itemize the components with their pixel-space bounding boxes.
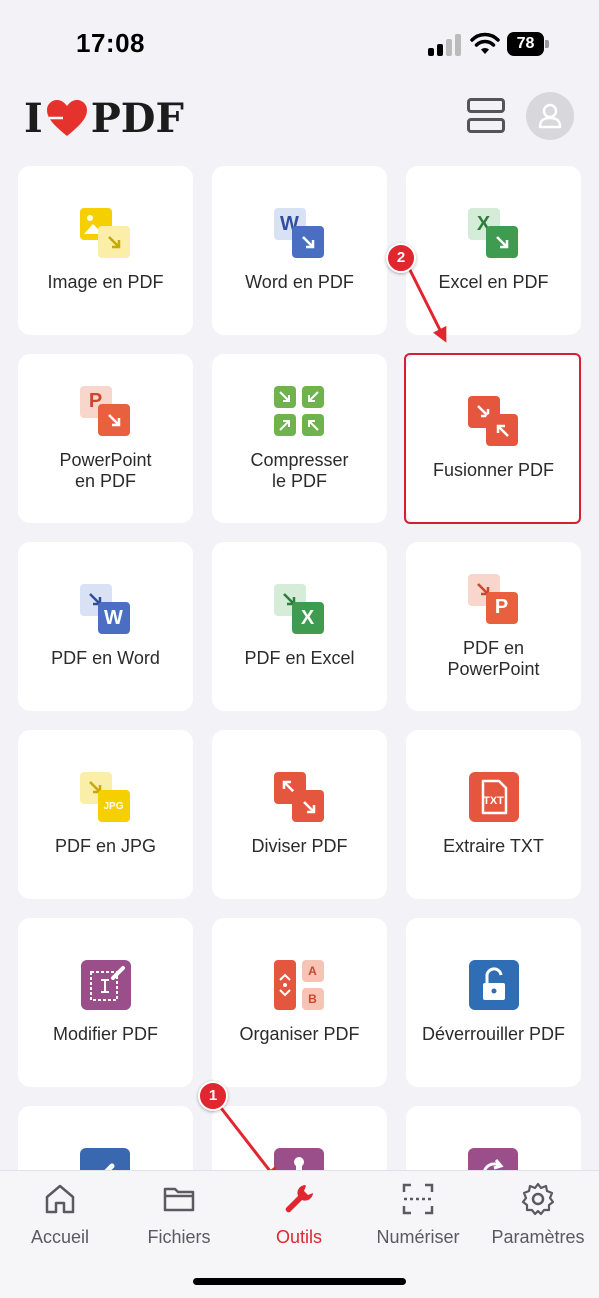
pdf-to-word-icon: W <box>79 584 132 636</box>
gear-icon <box>521 1182 555 1216</box>
annotation-badge-1: 1 <box>198 1081 228 1111</box>
compress-pdf-icon <box>273 385 326 438</box>
battery-icon: 78 <box>507 32 549 56</box>
home-indicator <box>193 1278 406 1285</box>
extract-txt-icon: TXT <box>468 772 520 824</box>
tool-label: PDF en Excel <box>244 648 355 668</box>
tool-powerpoint-to-pdf[interactable]: P PowerPoint en PDF <box>18 354 193 523</box>
tool-label: Diviser PDF <box>251 836 348 856</box>
tool-unlock-pdf[interactable]: Déverrouiller PDF <box>406 918 581 1087</box>
logo-letter-i: I <box>24 94 43 142</box>
tab-label: Paramètres <box>491 1227 585 1247</box>
tab-label: Accueil <box>30 1227 90 1247</box>
pdf-to-excel-icon: X <box>273 584 326 636</box>
scan-icon <box>402 1183 434 1215</box>
tool-label: Excel en PDF <box>438 272 549 292</box>
tool-label: PDF en JPG <box>54 836 157 856</box>
tool-organize-pdf[interactable]: A B Organiser PDF <box>212 918 387 1087</box>
tool-label: Extraire TXT <box>443 836 544 856</box>
folder-icon <box>163 1187 195 1212</box>
tool-word-to-pdf[interactable]: W Word en PDF <box>212 166 387 335</box>
tab-parametres[interactable]: Paramètres <box>478 1181 598 1261</box>
tool-excel-to-pdf[interactable]: X Excel en PDF <box>406 166 581 335</box>
tool-image-to-pdf[interactable]: Image en PDF <box>18 166 193 335</box>
annotation-badge-2: 2 <box>386 243 416 273</box>
tool-pdf-to-powerpoint[interactable]: P PDF en PowerPoint <box>406 542 581 711</box>
status-time: 17:08 <box>76 28 145 58</box>
tool-pdf-to-jpg[interactable]: JPG PDF en JPG <box>18 730 193 899</box>
powerpoint-to-pdf-icon: P <box>79 385 132 438</box>
home-icon <box>45 1184 75 1214</box>
excel-to-pdf-icon: X <box>467 208 520 260</box>
organize-pdf-icon: A B <box>273 960 326 1012</box>
battery-level: 78 <box>507 32 544 56</box>
tab-label: Outils <box>275 1227 322 1247</box>
tool-label: Organiser PDF <box>239 1024 360 1044</box>
user-icon <box>538 103 562 129</box>
tool-label: Déverrouiller PDF <box>421 1024 566 1044</box>
pdf-to-powerpoint-icon: P <box>467 573 520 626</box>
tool-pdf-to-excel[interactable]: X PDF en Excel <box>212 542 387 711</box>
tool-label: Word en PDF <box>245 272 354 292</box>
split-pdf-icon <box>273 772 326 824</box>
wifi-icon <box>470 32 500 54</box>
layout-toggle-button[interactable] <box>467 98 505 134</box>
edit-pdf-icon <box>80 960 132 1012</box>
tool-partial-3[interactable] <box>406 1106 581 1176</box>
unlock-pdf-icon <box>468 960 520 1012</box>
avatar[interactable] <box>526 92 574 140</box>
tools-grid: Image en PDF W Word en PDF X Excel en PD… <box>18 166 581 1176</box>
tab-accueil[interactable]: Accueil <box>0 1181 120 1261</box>
tab-numeriser[interactable]: Numériser <box>358 1181 478 1261</box>
merge-pdf-highlight-box <box>404 353 581 524</box>
tool-compress-pdf[interactable]: Compresser le PDF <box>212 354 387 523</box>
tab-fichiers[interactable]: Fichiers <box>119 1181 239 1261</box>
pdf-to-jpg-icon: JPG <box>79 772 132 824</box>
tool-label: Modifier PDF <box>52 1024 159 1044</box>
image-to-pdf-icon <box>79 208 132 260</box>
tool-partial-1[interactable] <box>18 1106 193 1176</box>
tool-edit-pdf[interactable]: Modifier PDF <box>18 918 193 1087</box>
tool-label: PDF en Word <box>51 648 160 668</box>
tab-label: Fichiers <box>147 1227 211 1247</box>
txt-icon-label: TXT <box>483 795 504 807</box>
tab-label: Numériser <box>376 1227 460 1247</box>
tool-label: PowerPoint en PDF <box>59 449 152 491</box>
cellular-signal-icon <box>428 34 462 56</box>
tool-label: PDF en PowerPoint <box>447 637 540 679</box>
tool-label: Image en PDF <box>47 272 164 292</box>
wrench-icon <box>285 1185 313 1213</box>
status-bar: 17:08 78 <box>0 0 599 90</box>
tool-partial-2[interactable] <box>212 1106 387 1176</box>
logo-text-pdf: PDF <box>90 94 184 142</box>
tool-pdf-to-word[interactable]: W PDF en Word <box>18 542 193 711</box>
tab-outils[interactable]: Outils <box>239 1181 359 1261</box>
tool-label: Compresser le PDF <box>250 449 349 491</box>
word-to-pdf-icon: W <box>273 208 326 260</box>
app-header: I PDF <box>0 90 599 150</box>
tool-split-pdf[interactable]: Diviser PDF <box>212 730 387 899</box>
tool-extract-txt[interactable]: TXT Extraire TXT <box>406 730 581 899</box>
ilovepdf-logo[interactable]: I PDF <box>24 94 184 142</box>
heart-icon <box>46 100 87 136</box>
